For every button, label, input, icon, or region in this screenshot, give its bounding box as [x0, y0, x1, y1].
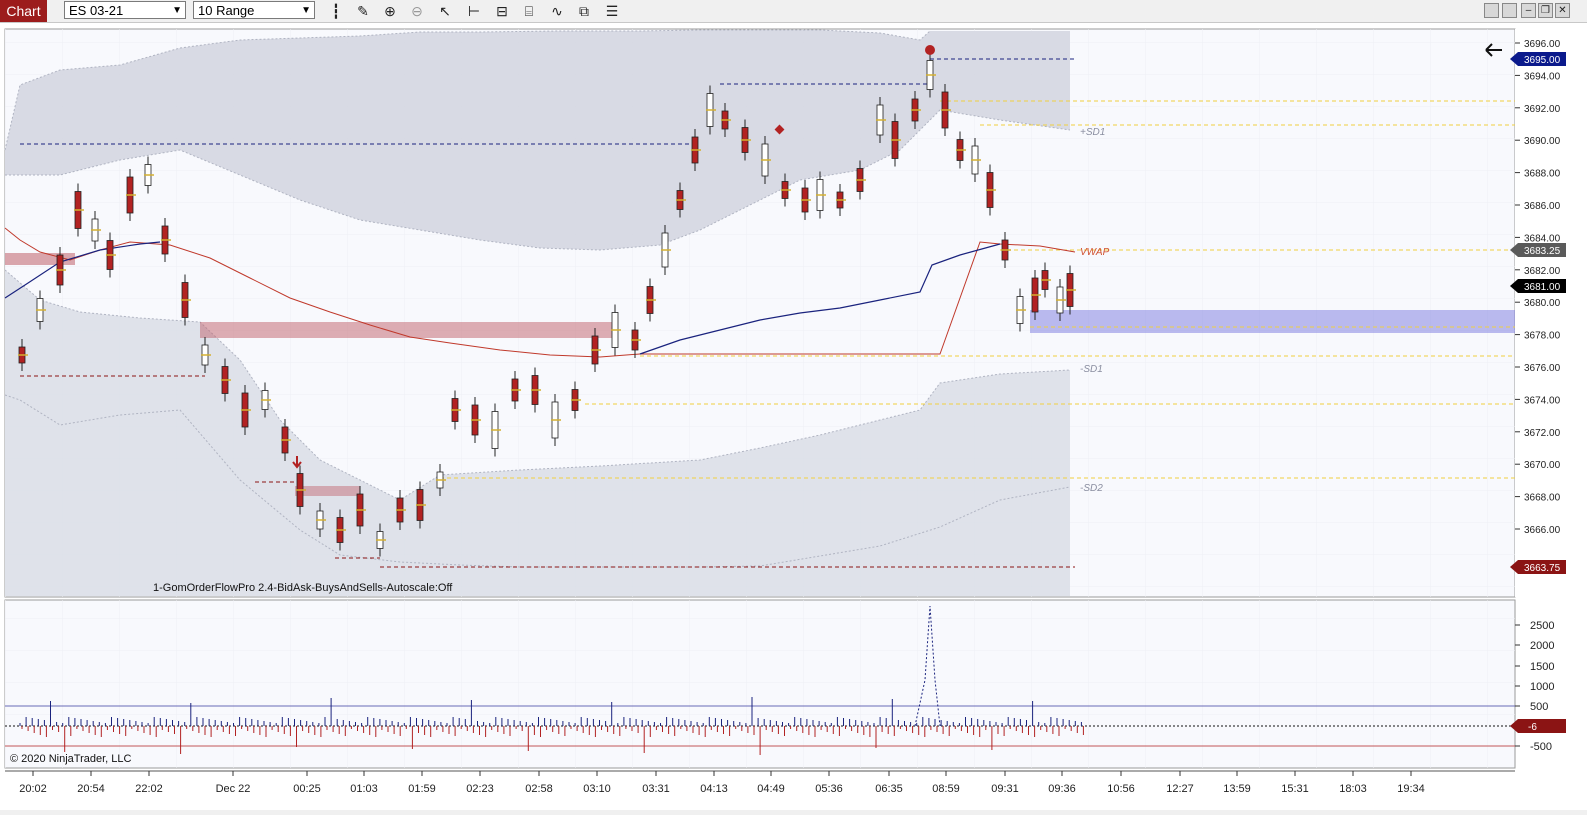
- bar-type-selector[interactable]: 10 Range ▼: [193, 1, 315, 19]
- price-tick-label: 3668.00: [1524, 493, 1561, 504]
- chevron-down-icon: ▼: [301, 5, 311, 16]
- price-tick-label: 3696.00: [1524, 39, 1561, 50]
- time-tick-label: Dec 22: [216, 783, 251, 795]
- time-tick-label: 08:59: [932, 783, 960, 795]
- price-tick-label: 3688.00: [1524, 169, 1561, 180]
- minus-sd1-label: -SD1: [1080, 364, 1103, 375]
- indicator-tick-label: 2000: [1530, 640, 1554, 652]
- instrument-value: ES 03-21: [69, 3, 124, 18]
- price-tick-label: 3674.00: [1524, 395, 1561, 406]
- price-tick-label: 3678.00: [1524, 331, 1561, 342]
- indicator-tick-label: 1500: [1530, 661, 1554, 673]
- time-tick-label: 13:59: [1223, 783, 1251, 795]
- time-tick-label: 20:02: [19, 783, 47, 795]
- price-axis[interactable]: 3696.00 3694.00 3692.00 3690.00 3688.00 3686.…: [1510, 29, 1587, 597]
- vwap-label: VWAP: [1080, 247, 1110, 258]
- chart-canvas[interactable]: +SD1 VWAP -SD1 -SD2 1-GomOrderFlowPro 2.…: [0, 23, 1587, 810]
- chart-area[interactable]: +SD1 VWAP -SD1 -SD2 1-GomOrderFlowPro 2.…: [0, 23, 1587, 810]
- indicator-tick-label: 2500: [1530, 620, 1554, 632]
- minimize-icon[interactable]: –: [1521, 3, 1536, 18]
- time-tick-label: 00:25: [293, 783, 321, 795]
- price-tick-label: 3684.00: [1524, 233, 1561, 244]
- supply-zone-3: [295, 486, 360, 496]
- chart-tab[interactable]: Chart: [0, 0, 47, 22]
- time-tick-label: 19:34: [1397, 783, 1425, 795]
- restore-icon[interactable]: ❐: [1538, 3, 1553, 18]
- price-tick-label: 3694.00: [1524, 71, 1561, 82]
- time-tick-label: 12:27: [1166, 783, 1194, 795]
- indicator-tick-label: 1000: [1530, 681, 1554, 693]
- zoom-out-icon[interactable]: ⊖: [408, 2, 426, 20]
- time-tick-label: 02:58: [525, 783, 553, 795]
- pencil-icon[interactable]: ✎: [354, 2, 372, 20]
- chevron-down-icon: ▼: [172, 5, 182, 16]
- time-tick-label: 02:23: [466, 783, 494, 795]
- demand-zone: [1030, 310, 1515, 333]
- time-tick-label: 03:31: [642, 783, 670, 795]
- price-marker-label: 3695.00: [1524, 55, 1561, 66]
- price-marker-label: 3683.25: [1524, 246, 1561, 257]
- price-tick-label: 3690.00: [1524, 136, 1561, 147]
- price-tick-label: 3680.00: [1524, 298, 1561, 309]
- time-tick-label: 18:03: [1339, 783, 1367, 795]
- time-tick-label: 09:36: [1048, 783, 1076, 795]
- indicator-tick-label: -500: [1530, 741, 1552, 753]
- pointer-icon[interactable]: ↖: [436, 2, 454, 20]
- indicators-icon[interactable]: ∿: [548, 2, 566, 20]
- instrument-selector[interactable]: ES 03-21 ▼: [64, 1, 186, 19]
- price-tick-label: 3672.00: [1524, 428, 1561, 439]
- chart-toolbar: Chart ES 03-21 ▼ 10 Range ▼ ┇ ✎ ⊕ ⊖ ↖ ⊢ …: [0, 0, 1587, 23]
- copyright-text: © 2020 NinjaTrader, LLC: [10, 753, 131, 765]
- properties-icon[interactable]: ⧉: [575, 2, 593, 20]
- price-marker-label: 3681.00: [1524, 282, 1561, 293]
- close-icon[interactable]: ✕: [1555, 3, 1570, 18]
- bar-type-value: 10 Range: [198, 3, 255, 18]
- price-tick-label: 3666.00: [1524, 525, 1561, 536]
- time-tick-label: 03:10: [583, 783, 611, 795]
- signal-marker-icon: [925, 45, 935, 55]
- drawing-tools-icon[interactable]: ⊢: [465, 2, 483, 20]
- bar-type-icon[interactable]: ┇: [327, 2, 345, 20]
- zoom-in-icon[interactable]: ⊕: [381, 2, 399, 20]
- plus-sd1-label: +SD1: [1080, 127, 1105, 138]
- indicator-tick-label: 500: [1530, 701, 1548, 713]
- time-tick-label: 01:03: [350, 783, 378, 795]
- price-marker-label: 3663.75: [1524, 563, 1561, 574]
- price-tick-label: 3692.00: [1524, 104, 1561, 115]
- price-tick-label: 3676.00: [1524, 363, 1561, 374]
- menu-icon[interactable]: ☰: [603, 2, 621, 20]
- indicator-axis[interactable]: 2500 2000 1500 1000 500 -500 -6: [1510, 620, 1566, 753]
- indicator-marker: [1510, 719, 1566, 733]
- window-tile2-icon[interactable]: [1502, 3, 1517, 18]
- time-axis[interactable]: 20:02 20:54 22:02 Dec 22 00:25 01:03 01:59 02:2…: [19, 771, 1425, 795]
- price-tick-label: 3682.00: [1524, 266, 1561, 277]
- supply-zone-2: [200, 322, 615, 338]
- time-tick-label: 06:35: [875, 783, 903, 795]
- time-tick-label: 01:59: [408, 783, 436, 795]
- time-tick-label: 20:54: [77, 783, 105, 795]
- price-tick-label: 3670.00: [1524, 460, 1561, 471]
- strategies-icon[interactable]: ⌸: [520, 2, 538, 20]
- price-tick-label: 3686.00: [1524, 201, 1561, 212]
- time-tick-label: 04:49: [757, 783, 785, 795]
- time-tick-label: 10:56: [1107, 783, 1135, 795]
- time-tick-label: 09:31: [991, 783, 1019, 795]
- indicator-label: 1-GomOrderFlowPro 2.4-BidAsk-BuysAndSell…: [153, 582, 453, 594]
- time-tick-label: 05:36: [815, 783, 843, 795]
- templates-icon[interactable]: ⊟: [493, 2, 511, 20]
- time-tick-label: 15:31: [1281, 783, 1309, 795]
- time-tick-label: 22:02: [135, 783, 163, 795]
- minus-sd2-label: -SD2: [1080, 483, 1103, 494]
- time-tick-label: 04:13: [700, 783, 728, 795]
- indicator-marker-label: -6: [1528, 722, 1537, 733]
- window-tile-icon[interactable]: [1484, 3, 1499, 18]
